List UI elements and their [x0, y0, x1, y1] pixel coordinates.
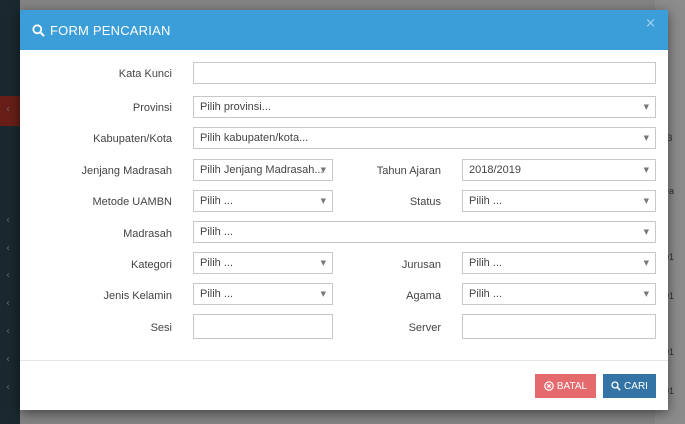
label-agama: Agama: [406, 290, 441, 302]
label-kabupaten: Kabupaten/Kota: [93, 133, 172, 145]
chevron-down-icon: ▼: [643, 166, 649, 174]
cancel-icon: [544, 381, 554, 391]
jurusan-select[interactable]: Pilih ... ▼: [462, 252, 656, 274]
search-icon: [32, 23, 45, 37]
agama-select-value: Pilih ...: [469, 288, 503, 300]
chevron-down-icon: ▼: [643, 134, 649, 142]
kabupaten-select[interactable]: Pilih kabupaten/kota... ▼: [193, 127, 656, 149]
jurusan-select-value: Pilih ...: [469, 257, 503, 269]
status-select-value: Pilih ...: [469, 195, 503, 207]
chevron-down-icon: ▼: [320, 166, 326, 174]
provinsi-select[interactable]: Pilih provinsi... ▼: [193, 96, 656, 118]
cari-button[interactable]: CARI: [603, 374, 656, 398]
kabupaten-select-value: Pilih kabupaten/kota...: [200, 132, 309, 144]
modal-header: FORM PENCARIAN ×: [20, 10, 668, 50]
agama-select[interactable]: Pilih ... ▼: [462, 283, 656, 305]
label-jenjang: Jenjang Madrasah: [81, 165, 172, 177]
kategori-select[interactable]: Pilih ... ▼: [193, 252, 333, 274]
provinsi-select-value: Pilih provinsi...: [200, 101, 271, 113]
server-input[interactable]: [462, 314, 656, 339]
label-kata-kunci: Kata Kunci: [118, 68, 172, 80]
jenjang-select[interactable]: Pilih Jenjang Madrasah... ▼: [193, 159, 333, 181]
status-select[interactable]: Pilih ... ▼: [462, 190, 656, 212]
chevron-down-icon: ▼: [643, 290, 649, 298]
label-status: Status: [409, 196, 441, 208]
sesi-input[interactable]: [193, 314, 333, 339]
metode-select[interactable]: Pilih ... ▼: [193, 190, 333, 212]
chevron-down-icon: ▼: [643, 259, 649, 267]
madrasah-select-value: Pilih ...: [200, 226, 234, 238]
tahun-select-value: 2018/2019: [469, 164, 521, 176]
metode-select-value: Pilih ...: [200, 195, 234, 207]
chevron-down-icon: ▼: [320, 290, 326, 298]
label-server: Server: [408, 322, 441, 334]
batal-label: BATAL: [556, 380, 588, 392]
label-tahun: Tahun Ajaran: [376, 165, 441, 177]
jenis-kelamin-select[interactable]: Pilih ... ▼: [193, 283, 333, 305]
chevron-down-icon: ▼: [320, 197, 326, 205]
modal-footer: BATAL CARI: [20, 360, 668, 410]
label-metode: Metode UAMBN: [92, 196, 172, 208]
label-madrasah: Madrasah: [123, 228, 172, 240]
madrasah-select[interactable]: Pilih ... ▼: [193, 221, 656, 243]
jenis-kelamin-select-value: Pilih ...: [200, 288, 234, 300]
chevron-down-icon: ▼: [643, 197, 649, 205]
label-kategori: Kategori: [131, 259, 172, 271]
kategori-select-value: Pilih ...: [200, 257, 234, 269]
chevron-down-icon: ▼: [643, 103, 649, 111]
jenjang-select-value: Pilih Jenjang Madrasah...: [200, 164, 324, 176]
cari-label: CARI: [624, 380, 648, 392]
batal-button[interactable]: BATAL: [535, 374, 596, 398]
label-jurusan: Jurusan: [401, 259, 441, 271]
kata-kunci-input[interactable]: [193, 62, 656, 84]
search-modal: FORM PENCARIAN × Kata Kunci Provinsi Pil…: [20, 10, 668, 410]
modal-body: Kata Kunci Provinsi Pilih provinsi... ▼ …: [20, 50, 668, 360]
chevron-down-icon: ▼: [320, 259, 326, 267]
label-jenis-kelamin: Jenis Kelamin: [103, 290, 172, 302]
close-icon[interactable]: ×: [645, 16, 656, 31]
tahun-select[interactable]: 2018/2019 ▼: [462, 159, 656, 181]
search-icon: [611, 381, 621, 391]
chevron-down-icon: ▼: [643, 228, 649, 236]
label-provinsi: Provinsi: [132, 102, 172, 114]
modal-title: FORM PENCARIAN: [50, 22, 171, 38]
label-sesi: Sesi: [150, 322, 172, 334]
